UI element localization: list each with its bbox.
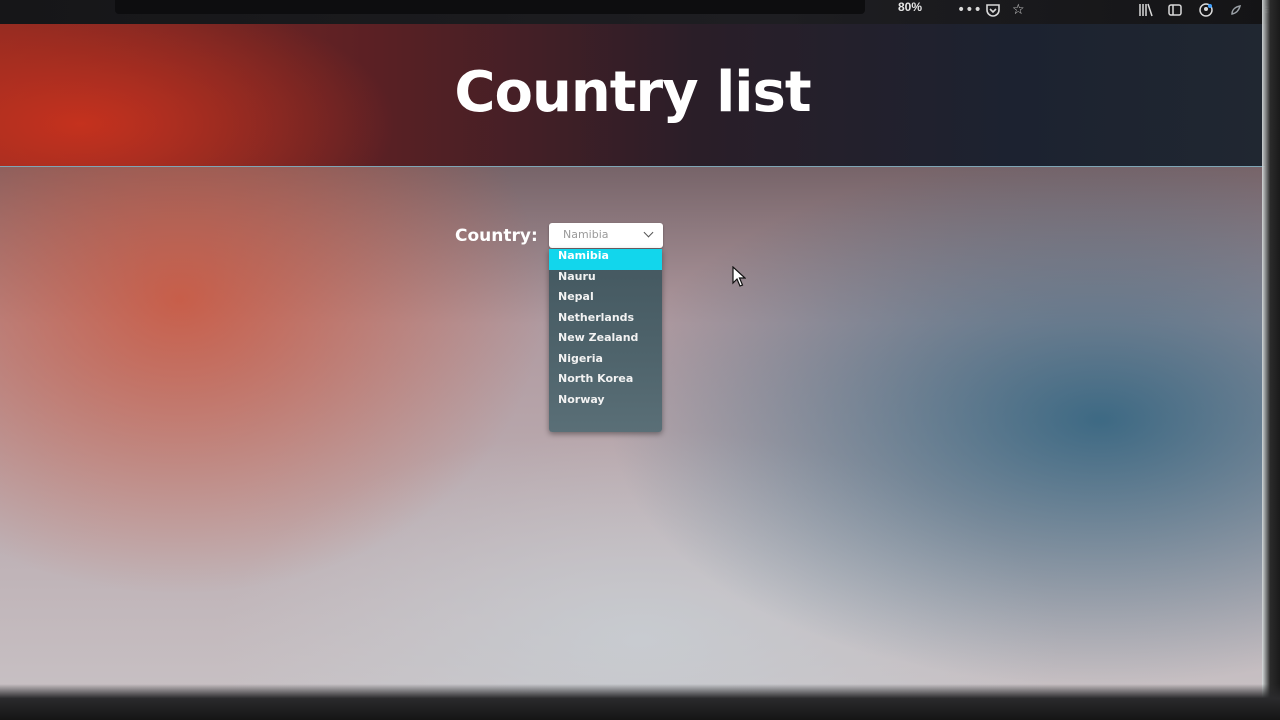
country-select-value: Namibia (563, 228, 609, 241)
country-select[interactable]: Namibia (549, 223, 663, 248)
chevron-down-icon (643, 227, 654, 238)
country-label: Country: (455, 226, 538, 246)
dropdown-option-namibia[interactable]: Namibia (549, 249, 662, 270)
account-icon[interactable] (1198, 2, 1214, 22)
dropdown-option-nepal[interactable]: Nepal (549, 290, 662, 311)
dropdown-option-new-zealand[interactable]: New Zealand (549, 331, 662, 352)
dropdown-option-nauru[interactable]: Nauru (549, 270, 662, 291)
page-title: Country list (454, 60, 811, 125)
library-icon[interactable] (1138, 2, 1154, 22)
page-header: Country list (0, 24, 1265, 167)
dropdown-option-norway[interactable]: Norway (549, 393, 662, 414)
bookmark-star-icon[interactable]: ☆ (1012, 2, 1025, 18)
dropdown-option-netherlands[interactable]: Netherlands (549, 311, 662, 332)
pocket-icon[interactable] (985, 2, 1001, 22)
url-bar[interactable] (115, 0, 865, 14)
sidebar-icon[interactable] (1167, 2, 1183, 22)
browser-toolbar: 80% ••• ☆ ≡ (0, 0, 1280, 24)
zoom-level[interactable]: 80% (898, 0, 922, 14)
country-dropdown-list[interactable]: Namibia Nauru Nepal Netherlands New Zeal… (549, 249, 662, 432)
dropdown-option-north-korea[interactable]: North Korea (549, 372, 662, 393)
extension-icon[interactable] (1228, 2, 1244, 22)
dropdown-option-nigeria[interactable]: Nigeria (549, 352, 662, 373)
mouse-pointer-icon (732, 266, 746, 287)
monitor-edge (1262, 0, 1280, 720)
more-icon[interactable]: ••• (957, 2, 982, 18)
monitor-bezel (0, 684, 1280, 720)
